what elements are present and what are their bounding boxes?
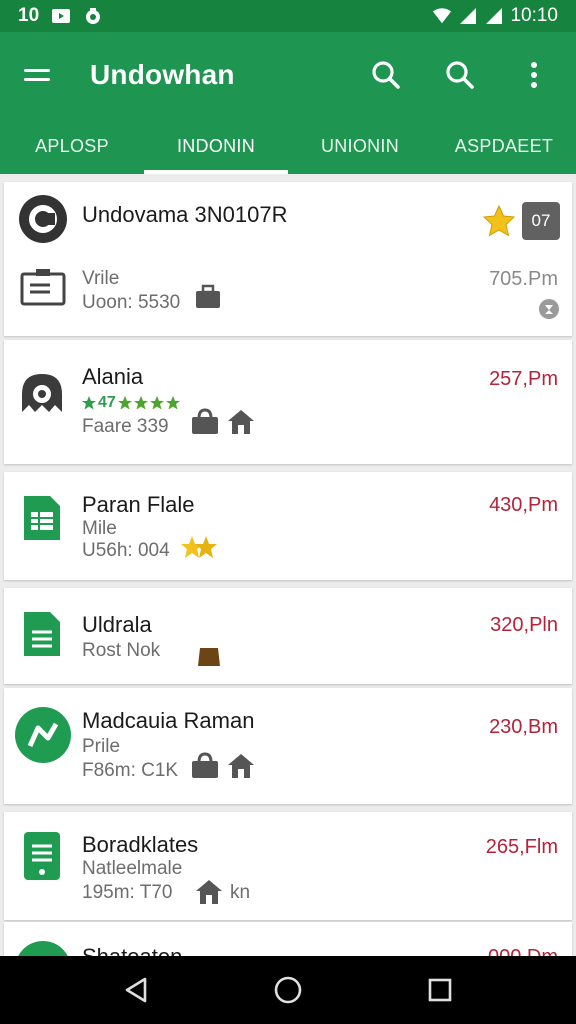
tab-bar: APLOSP INDONIN UNIONIN ASPDAEET [0,118,576,174]
tab-indonin[interactable]: INDONIN [144,118,288,174]
green-circle-icon [18,941,68,956]
list-item[interactable]: Madcauia Raman Prile F86m: C1K 230,Bm [4,688,572,804]
recents-icon[interactable] [420,970,460,1010]
list-item[interactable]: Alania 47 Faare 339 257,Pm [4,340,572,464]
stars-icon [117,396,180,410]
briefcase-icon [192,752,218,778]
item-subtitle: Natleelmale [82,858,183,879]
stars-icon [181,536,217,558]
tab-unionin[interactable]: UNIONIN [288,118,432,174]
more-vert-icon[interactable] [516,57,552,93]
navigation-bar [0,956,576,1024]
tab-aplosp[interactable]: APLOSP [0,118,144,174]
ghost-icon [22,374,62,412]
item-detail: Uoon: 5530 [82,292,181,313]
wifi-icon [433,8,452,24]
item-subtitle: Prile [82,736,121,757]
app-title: Undowhan [90,59,235,90]
circle-c-icon [19,195,67,243]
item-title: Madcauia Raman [82,708,255,733]
star-icon[interactable] [482,204,516,238]
spreadsheet-icon [24,496,60,540]
item-detail: F86m: C1K [82,760,179,781]
item-title: Boradklates [82,832,199,857]
star-icon [82,396,96,410]
item-title: Paran Flale [82,492,195,517]
phone-doc-icon [24,832,60,880]
battery-icon [486,8,503,24]
item-subtitle: Mile [82,518,117,539]
item-subtitle: Rost Nok [82,640,161,661]
back-icon[interactable] [116,970,156,1010]
item-price: 000 Dm [488,946,558,956]
signal-icon [460,8,477,24]
info-icon [539,299,559,319]
item-title: Shatoaton [82,944,182,956]
item-detail: Faare 339 [82,416,169,437]
search-icon[interactable] [368,57,404,93]
item-price: 230,Bm [489,716,558,738]
item-title: Uldrala [82,612,152,637]
status-bar: 10 10:10 [0,0,576,32]
badge: 07 [522,202,560,240]
bag-icon [198,648,220,666]
list-item[interactable]: Boradklates Natleelmale 195m: T70 kn 265… [4,812,572,920]
document-icon [24,612,60,656]
house-icon [196,880,222,904]
home-icon[interactable] [268,970,308,1010]
tab-aspdaeet[interactable]: ASPDAEET [432,118,576,174]
house-icon [228,410,254,434]
item-subtitle: Vrile [82,268,120,289]
item-detail-extra: kn [230,882,251,903]
rating-text: 47 [98,394,116,411]
item-title: Undovama 3N0107R [82,202,288,227]
list-item[interactable]: Paran Flale Mile U56h: 004 430,Pm [4,472,572,580]
item-detail: 195m: T70 [82,882,173,903]
item-price: 430,Pm [489,494,558,516]
list-item[interactable]: Undovama 3N0107R 07 Vrile Uoon: 5530 705… [4,182,572,336]
briefcase-icon [192,408,218,434]
item-detail: U56h: 004 [82,540,170,561]
notification-icon [86,8,101,24]
item-price: 265,Flm [485,836,558,858]
status-time: 10:10 [510,5,558,26]
search-icon[interactable] [442,57,478,93]
house-icon [228,754,254,778]
rating: 47 [82,394,182,412]
status-left-text: 10 [18,5,40,26]
list-item[interactable]: Shatoaton 000 Dm [4,922,572,956]
list-item[interactable]: Uldrala Rost Nok 320,Pln [4,588,572,684]
item-price: 705.Pm [489,268,558,290]
green-circle-icon [15,707,71,763]
menu-icon[interactable] [24,60,54,90]
id-card-icon [20,269,66,306]
briefcase-icon [196,284,220,308]
youtube-icon [52,9,71,23]
item-price: 257,Pm [489,368,558,390]
item-title: Alania [82,364,144,389]
item-price: 320,Pln [490,614,558,636]
app-bar: Undowhan [0,32,576,118]
